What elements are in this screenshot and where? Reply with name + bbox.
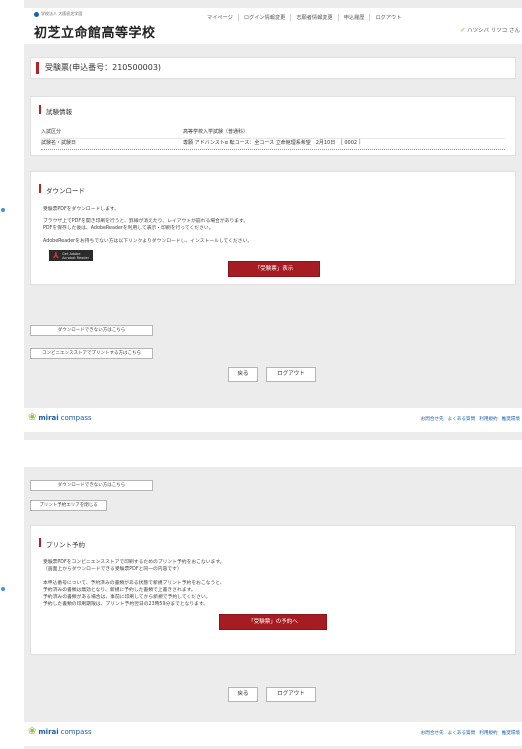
print-reserve-title: プリント予約	[39, 538, 85, 549]
crest-icon	[34, 11, 39, 17]
nav-mypage[interactable]: マイページ	[202, 14, 238, 21]
print-desc-4: 予約済みの書類は無効となり、新規に予約した書類で上書きされます。	[43, 588, 196, 593]
footer-links: お問合せ先 よくある質問 利用規約 推奨環境	[421, 416, 520, 422]
miraicompass-logo-2: ❀ mirai compass	[28, 726, 92, 737]
school-name: 初芝立命館高等学校	[34, 26, 156, 41]
footer-link-contact[interactable]: お問合せ先	[421, 730, 444, 736]
marker-dot	[1, 208, 5, 212]
adobe-icon: ⅄	[53, 251, 60, 260]
download-desc-1: 受験票PDFをダウンロードします。	[43, 207, 120, 212]
download-desc-4: AdobeReaderをお持ちでない方は以下リンクよりダウンロードし、インストー…	[43, 239, 253, 244]
nav-logout[interactable]: ログアウト	[369, 14, 406, 21]
download-card: ダウンロード 受験票PDFをダウンロードします。 ブラウザ上でPDFを開き印刷を…	[30, 171, 516, 285]
show-ticket-button[interactable]: 「受験票」表示	[228, 261, 320, 277]
footer-link-env[interactable]: 推奨環境	[502, 730, 520, 736]
site-footer-2: ❀ mirai compass お問合せ先 よくある質問 利用規約 推奨環境	[24, 722, 522, 746]
download-desc-2: ブラウザ上でPDFを開き印刷を行うと、罫線が消えたり、レイアウトが崩れる場合があ…	[43, 219, 249, 224]
footer-link-terms[interactable]: 利用規約	[479, 730, 497, 736]
download-desc-3: PDFを保存した後は、AdobeReaderを利用して表示・印刷を行ってください…	[43, 226, 214, 231]
info-row-category: 入試区分 高等学校入学試験（普通科）	[41, 128, 505, 139]
print-desc-6: 予約した書類の印刷期限は、プリント予約翌日の23時59分までとなります。	[43, 602, 209, 607]
back-button-2[interactable]: 戻る	[228, 687, 258, 702]
cant-download-button[interactable]: ダウンロードできない方はこちら	[30, 325, 153, 336]
adobe-reader-link[interactable]: ⅄ Get Adobe Acrobat Reader	[49, 250, 94, 261]
nav-applicant-info[interactable]: 志願者情報変更	[290, 14, 337, 21]
exam-info-card: 試験情報 入試区分 高等学校入学試験（普通科） 試験名・試験日 専願 アドバンス…	[30, 96, 516, 156]
footer-link-terms[interactable]: 利用規約	[479, 416, 497, 422]
cant-download-button-2[interactable]: ダウンロードできない方はこちら	[30, 480, 153, 491]
swirl-icon: ❀	[28, 412, 37, 423]
site-footer: ❀ mirai compass お問合せ先 よくある質問 利用規約 推奨環境	[24, 408, 522, 432]
footer-link-contact[interactable]: お問合せ先	[421, 416, 444, 422]
back-button[interactable]: 戻る	[228, 367, 258, 382]
footer-link-faq[interactable]: よくある質問	[448, 416, 476, 422]
print-desc-1: 受験票PDFをコンビニエンスストアで印刷するためのプリント予約をおこないます。	[43, 560, 225, 565]
nav-login-info[interactable]: ログイン情報変更	[237, 14, 291, 21]
site-header: 学校法人 大阪初芝学園 初芝立命館高等学校 マイページ ログイン情報変更 志願者…	[24, 8, 522, 44]
user-name: ✐ ハツシバ リツコ さん	[460, 28, 520, 34]
footer-link-env[interactable]: 推奨環境	[502, 416, 520, 422]
print-desc-2: （画面上からダウンロードできる受験票PDFと同一の内容です）	[43, 567, 182, 572]
convenience-print-button[interactable]: コンビニエンスストアでプリントする方はこちら	[30, 348, 153, 359]
page-title: 受験票(申込番号：210500003)	[30, 57, 516, 79]
close-print-area-button[interactable]: プリント予約エリアを閉じる	[30, 500, 107, 511]
download-title: ダウンロード	[39, 184, 85, 195]
nav-history[interactable]: 申込履歴	[337, 14, 370, 21]
miraicompass-logo: ❀ mirai compass	[28, 412, 92, 423]
logout-button[interactable]: ログアウト	[266, 367, 316, 382]
corp-name: 学校法人 大阪初芝学園	[34, 11, 82, 17]
marker-dot-2	[1, 587, 5, 591]
info-row-exam: 試験名・試験日 専願 アドバンストα 転コース：全コース 立命館理系希望 2月1…	[41, 139, 505, 150]
print-desc-5: 予約済みの書類がある場合は、事前に印刷してから新規で予約してください。	[43, 595, 211, 600]
print-desc-3: 本申込番号について、予約済みの書類がある状態で新規プリント予約をおこなうと、	[43, 581, 225, 586]
leaf-icon: ✐	[460, 28, 466, 34]
exam-info-title: 試験情報	[39, 105, 72, 116]
footer-link-faq[interactable]: よくある質問	[448, 730, 476, 736]
print-reserve-card: プリント予約 受験票PDFをコンビニエンスストアで印刷するためのプリント予約をお…	[30, 525, 516, 655]
logout-button-2[interactable]: ログアウト	[266, 687, 316, 702]
swirl-icon: ❀	[28, 726, 37, 737]
footer-links-2: お問合せ先 よくある質問 利用規約 推奨環境	[421, 730, 520, 736]
reserve-ticket-button[interactable]: 「受験票」の予約へ	[219, 614, 327, 630]
top-nav: マイページ ログイン情報変更 志願者情報変更 申込履歴 ログアウト	[202, 14, 406, 21]
